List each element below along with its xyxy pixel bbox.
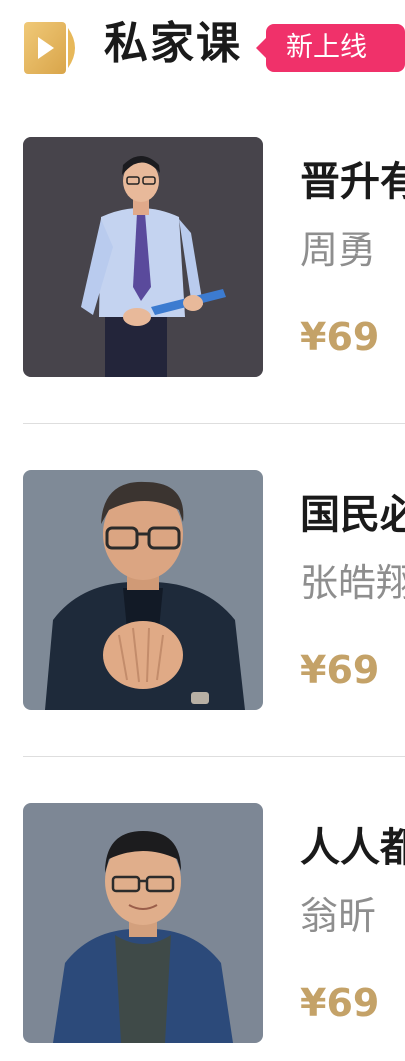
course-card[interactable]: 晋升有 周勇 ¥69 — [0, 137, 405, 377]
course-card[interactable]: 国民必 张皓翔 ¥69 — [0, 470, 405, 710]
new-badge: 新上线 — [256, 24, 405, 72]
teacher-name: 张皓翔 — [300, 561, 405, 605]
divider — [23, 423, 405, 424]
video-play-icon — [24, 22, 75, 74]
divider — [23, 756, 405, 757]
teacher-name: 翁昕 — [300, 894, 377, 938]
teacher-photo[interactable] — [23, 803, 263, 1043]
teacher-name: 周勇 — [300, 228, 377, 272]
course-price: ¥69 — [300, 648, 380, 692]
course-title[interactable]: 晋升有 — [300, 157, 405, 207]
section-title: 私家课 — [104, 18, 242, 69]
course-title[interactable]: 人人都 — [300, 823, 405, 873]
section-header: 私家课 新上线 — [0, 0, 405, 96]
course-price: ¥69 — [300, 315, 380, 359]
course-card[interactable]: 人人都 翁昕 ¥69 — [0, 803, 405, 1043]
teacher-photo[interactable] — [23, 470, 263, 710]
teacher-photo[interactable] — [23, 137, 263, 377]
course-price: ¥69 — [300, 981, 380, 1025]
course-title[interactable]: 国民必 — [300, 490, 405, 540]
